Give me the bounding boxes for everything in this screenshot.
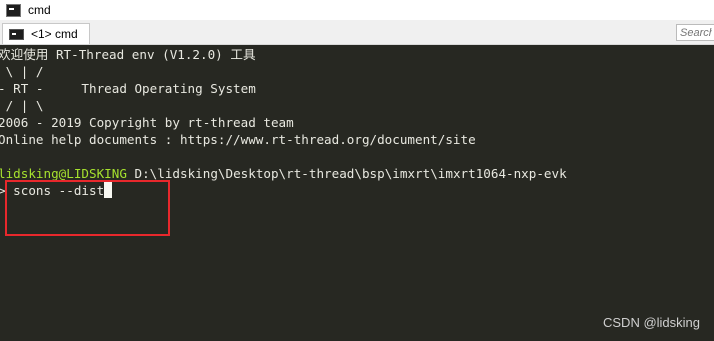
cmd-app-icon xyxy=(6,3,21,17)
banner-help-line: Online help documents : https://www.rt-t… xyxy=(0,132,476,147)
prompt-path: D:\lidsking\Desktop\rt-thread\bsp\imxrt\… xyxy=(134,166,567,181)
terminal-output[interactable]: 欢迎使用 RT-Thread env (V1.2.0) 工具 \ | / - R… xyxy=(0,45,714,341)
tab-cmd[interactable]: <1> cmd xyxy=(2,23,90,44)
watermark: CSDN @lidsking xyxy=(603,315,700,330)
tab-label: <1> cmd xyxy=(31,27,78,41)
title-bar: cmd xyxy=(0,0,714,20)
window-title: cmd xyxy=(28,3,51,17)
search-input[interactable] xyxy=(676,24,714,41)
banner-logo-line-3: / | \ xyxy=(0,98,44,113)
banner-logo-line-1: \ | / xyxy=(0,64,44,79)
banner-copyright-line: 2006 - 2019 Copyright by rt-thread team xyxy=(0,115,294,130)
console-icon xyxy=(9,28,24,40)
banner-welcome-line: 欢迎使用 RT-Thread env (V1.2.0) 工具 xyxy=(0,47,256,62)
prompt-user: lidsking@LIDSKING xyxy=(0,166,127,181)
cmd-window: cmd <1> cmd 欢迎使用 RT-Thread env (V1.2.0) … xyxy=(0,0,714,341)
tab-strip: <1> cmd xyxy=(0,20,714,45)
banner-logo-line-2: - RT - Thread Operating System xyxy=(0,81,256,96)
annotation-highlight-box xyxy=(5,180,170,236)
